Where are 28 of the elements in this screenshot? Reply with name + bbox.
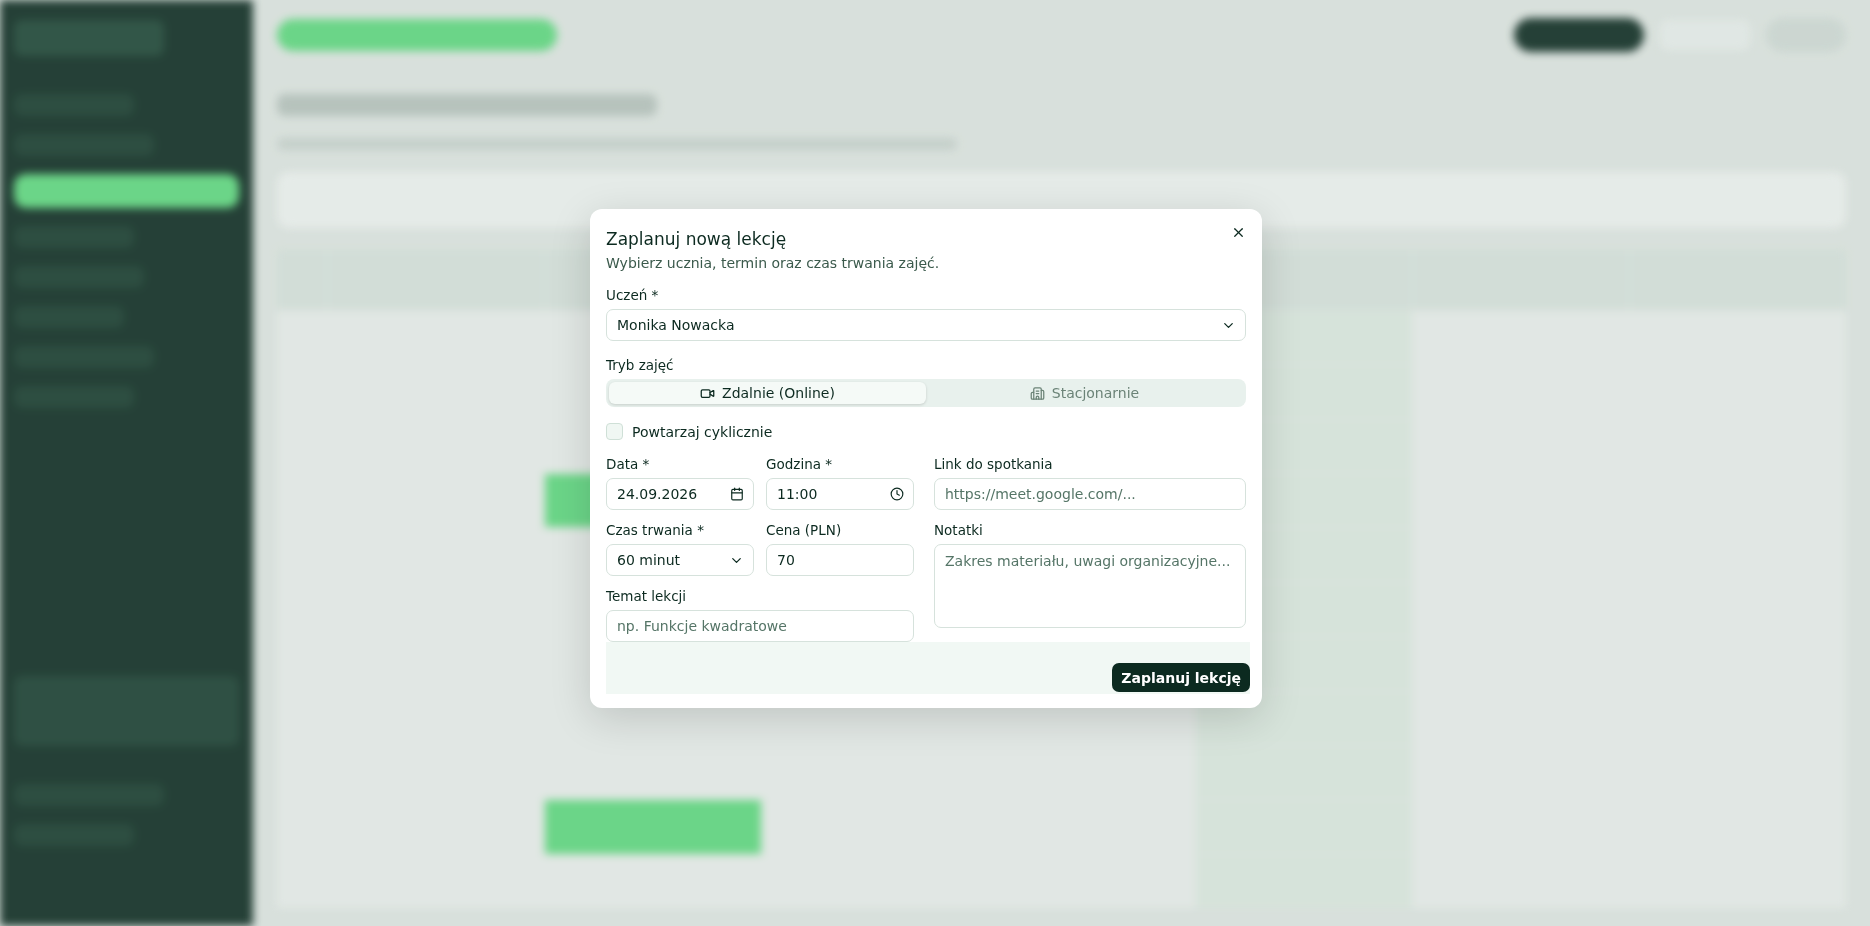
calendar-icon (730, 487, 744, 501)
building-icon (1029, 385, 1045, 401)
mode-tab[interactable]: Zdalnie (Online) (609, 382, 926, 404)
close-icon (1231, 225, 1246, 240)
field-label: Data * (606, 456, 651, 472)
submit-button[interactable]: Zaplanuj lekcję (1112, 663, 1250, 692)
duration-select[interactable]: 60 minut (606, 544, 754, 576)
checkbox-label: Powtarzaj cyklicznie (632, 423, 773, 440)
notes-field[interactable]: Zakres materiału, uwagi organizacyjne... (934, 544, 1246, 628)
date-field[interactable]: 24.09.2026 (606, 478, 754, 510)
field-label: Godzina * (766, 456, 833, 472)
clock-icon (890, 487, 904, 501)
dialog-subtitle: Wybierz ucznia, termin oraz czas trwania zajęć. (606, 255, 941, 271)
time-field[interactable]: 11:00 (766, 478, 914, 510)
field-label: Notatki (934, 522, 984, 538)
topic-field[interactable]: np. Funkcje kwadratowe (606, 610, 914, 642)
field-label: Czas trwania * (606, 522, 705, 538)
dialog-title: Zaplanuj nową lekcję (606, 229, 787, 249)
field-label: Temat lekcji (606, 588, 688, 604)
field-label: Cena (PLN) (766, 522, 843, 538)
field-label: Uczeń * (606, 287, 660, 303)
checkbox[interactable] (606, 423, 623, 440)
price-field[interactable]: 70 (766, 544, 914, 576)
field-label: Link do spotkania (934, 456, 1054, 472)
field-label: Tryb zajęć (606, 357, 675, 373)
meeting-link-field[interactable]: https://meet.google.com/... (934, 478, 1246, 510)
student-select[interactable]: Monika Nowacka (606, 309, 1246, 341)
mode-tab[interactable]: Stacjonarnie (926, 382, 1243, 404)
